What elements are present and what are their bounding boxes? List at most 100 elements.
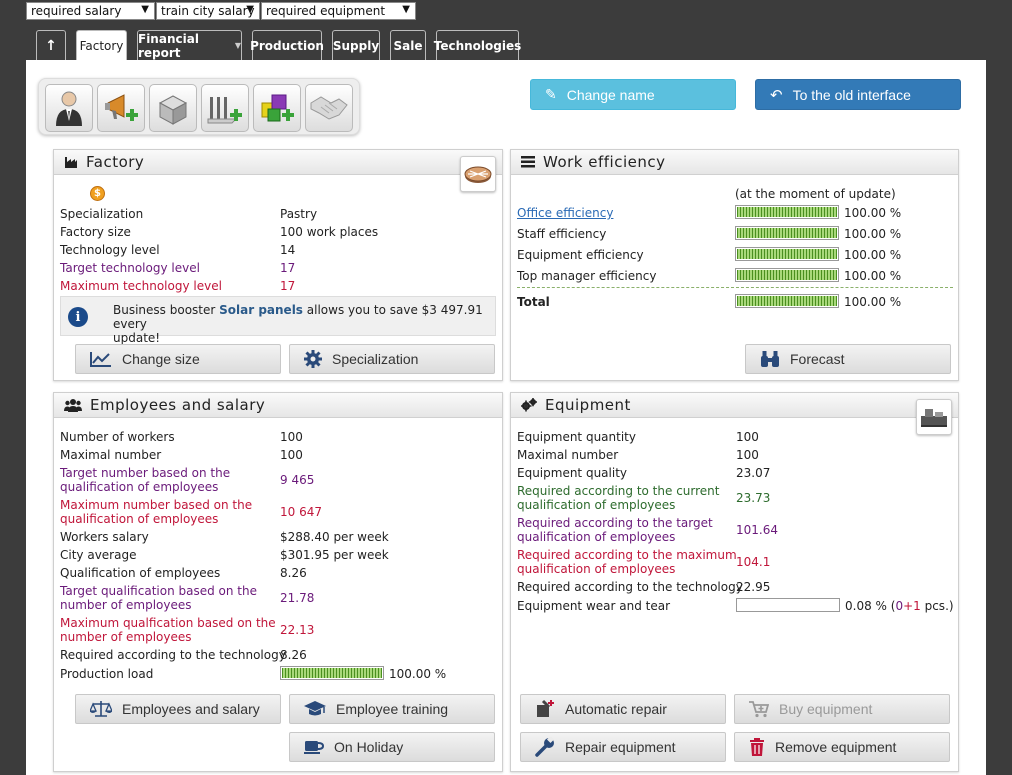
label-line: number of employees	[60, 630, 192, 644]
employees-row-value: $288.40 per week	[280, 530, 389, 544]
coin-icon: $	[90, 186, 105, 201]
specialization-label: Specialization	[332, 351, 419, 367]
employees-row-value: 10 647	[280, 505, 322, 519]
equipment-row-label: Required according to the maximum qualifi…	[517, 548, 737, 576]
tab-label: Technologies	[433, 38, 522, 53]
tab-factory[interactable]: Factory	[76, 30, 127, 60]
bar-fill	[737, 228, 837, 238]
tab-technologies[interactable]: Technologies	[433, 30, 522, 60]
employees-row-label: Maximal number	[60, 448, 162, 462]
equipment-row-value: 100	[736, 430, 759, 444]
tab-supply[interactable]: Supply	[332, 30, 380, 60]
equipment-efficiency-bar	[735, 247, 839, 261]
booster-line2: update!	[113, 331, 161, 345]
change-name-button[interactable]: ✎ Change name	[530, 79, 736, 110]
list-icon	[521, 156, 535, 168]
equipment-row-label: Required according to the technology	[517, 580, 743, 594]
tab-financial-report[interactable]: Financial report ▼	[137, 30, 242, 60]
chevron-down-icon: ▼	[234, 41, 241, 50]
filter-required-equipment[interactable]: required equipment ▼	[261, 2, 416, 20]
employees-row-value: 21.78	[280, 591, 315, 605]
dropdown-arrow-icon: ▼	[141, 4, 149, 15]
filter-label: required salary	[31, 4, 122, 18]
bar-fill	[737, 207, 837, 217]
employees-row-value: 100	[280, 448, 303, 462]
total-divider	[517, 287, 953, 288]
employee-training-button[interactable]: Employee training	[289, 694, 495, 724]
on-holiday-button[interactable]: On Holiday	[289, 732, 495, 762]
equipment-row-label: Maximal number	[517, 448, 619, 462]
equipment-row-value: 23.07	[736, 466, 771, 480]
change-size-button[interactable]: Change size	[75, 344, 281, 374]
pastry-product-icon	[460, 156, 496, 192]
handshake-icon[interactable]	[305, 84, 353, 132]
filter-label: train city salary	[161, 4, 255, 18]
cart-plus-icon	[749, 701, 769, 718]
equipment-add-icon[interactable]	[201, 84, 249, 132]
wear-increment: +1	[903, 599, 921, 613]
bar-fill	[282, 668, 382, 678]
factory-row-value: 100 work places	[280, 225, 379, 239]
warehouse-icon[interactable]	[149, 84, 197, 132]
tab-label: Financial report	[138, 31, 199, 60]
production-load-label: Production load	[60, 667, 154, 681]
factory-panel: Factory $ Specialization Pastry Factory …	[53, 149, 503, 381]
trash-icon	[750, 738, 764, 756]
label-line: Target qualification based on the	[60, 584, 257, 598]
specialization-button[interactable]: Specialization	[289, 344, 495, 374]
tab-sale[interactable]: Sale	[390, 30, 426, 60]
employees-row-label: Qualification of employees	[60, 566, 221, 580]
efficiency-row-label: Equipment efficiency	[517, 248, 644, 262]
efficiency-value: 100.00 %	[844, 269, 902, 283]
employees-salary-button[interactable]: Employees and salary	[75, 694, 281, 724]
bar-fill	[737, 249, 837, 259]
filter-required-salary[interactable]: required salary ▼	[26, 2, 155, 20]
equipment-header: Equipment	[511, 393, 958, 418]
employees-row-value: 22.13	[280, 623, 315, 637]
filter-train-city-salary[interactable]: train city salary ▼	[156, 2, 260, 20]
factory-title: Factory	[86, 153, 145, 171]
staff-efficiency-bar	[735, 226, 839, 240]
office-efficiency-bar	[735, 205, 839, 219]
booster-info-box: i Business booster Solar panels allows y…	[60, 296, 496, 345]
old-interface-button[interactable]: ↶ To the old interface	[755, 79, 961, 110]
filter-label: required equipment	[266, 4, 386, 18]
advertising-icon[interactable]	[97, 84, 145, 132]
dropdown-arrow-icon: ▼	[402, 4, 410, 15]
wear-label: Equipment wear and tear	[517, 599, 671, 613]
wear-bar	[736, 598, 840, 612]
equipment-row-value: 22.95	[736, 580, 771, 594]
efficiency-value: 100.00 %	[844, 206, 902, 220]
wear-value: 0.08 % (0+1 pcs.)	[845, 599, 954, 613]
repair-equipment-button[interactable]: Repair equipment	[520, 732, 726, 762]
efficiency-header: Work efficiency	[511, 150, 958, 175]
office-efficiency-link[interactable]: Office efficiency	[517, 206, 613, 220]
product-add-icon[interactable]	[253, 84, 301, 132]
factory-row-value: Pastry	[280, 207, 318, 221]
bar-fill	[737, 270, 837, 280]
equipment-row-label: Equipment quality	[517, 466, 628, 480]
tab-production[interactable]: Production	[250, 30, 324, 60]
automatic-repair-button[interactable]: Automatic repair	[520, 694, 726, 724]
booster-prefix: Business booster	[113, 303, 220, 317]
on-holiday-label: On Holiday	[334, 739, 404, 755]
employees-row-label: Number of workers	[60, 430, 175, 444]
tab-label: Factory	[79, 38, 124, 53]
efficiency-title: Work efficiency	[543, 153, 666, 171]
efficiency-note: (at the moment of update)	[735, 187, 896, 201]
wear-close: pcs.)	[920, 599, 954, 613]
employees-title: Employees and salary	[90, 396, 266, 414]
info-icon: i	[68, 307, 88, 327]
label-line: Maximum number based on the	[60, 498, 253, 512]
buy-equipment-button[interactable]: Buy equipment	[734, 694, 950, 724]
booster-name: Solar panels	[219, 303, 303, 317]
forecast-button[interactable]: Forecast	[745, 344, 951, 374]
remove-equipment-button[interactable]: Remove equipment	[734, 732, 950, 762]
manager-icon[interactable]	[45, 84, 93, 132]
tab-up[interactable]: ↑	[36, 30, 66, 60]
equipment-machine-icon	[916, 399, 952, 435]
wear-count: 0	[895, 599, 904, 613]
repair-equipment-label: Repair equipment	[565, 739, 676, 755]
booster-text: Business booster Solar panels allows you…	[113, 303, 493, 345]
up-arrow-icon: ↑	[45, 37, 57, 54]
